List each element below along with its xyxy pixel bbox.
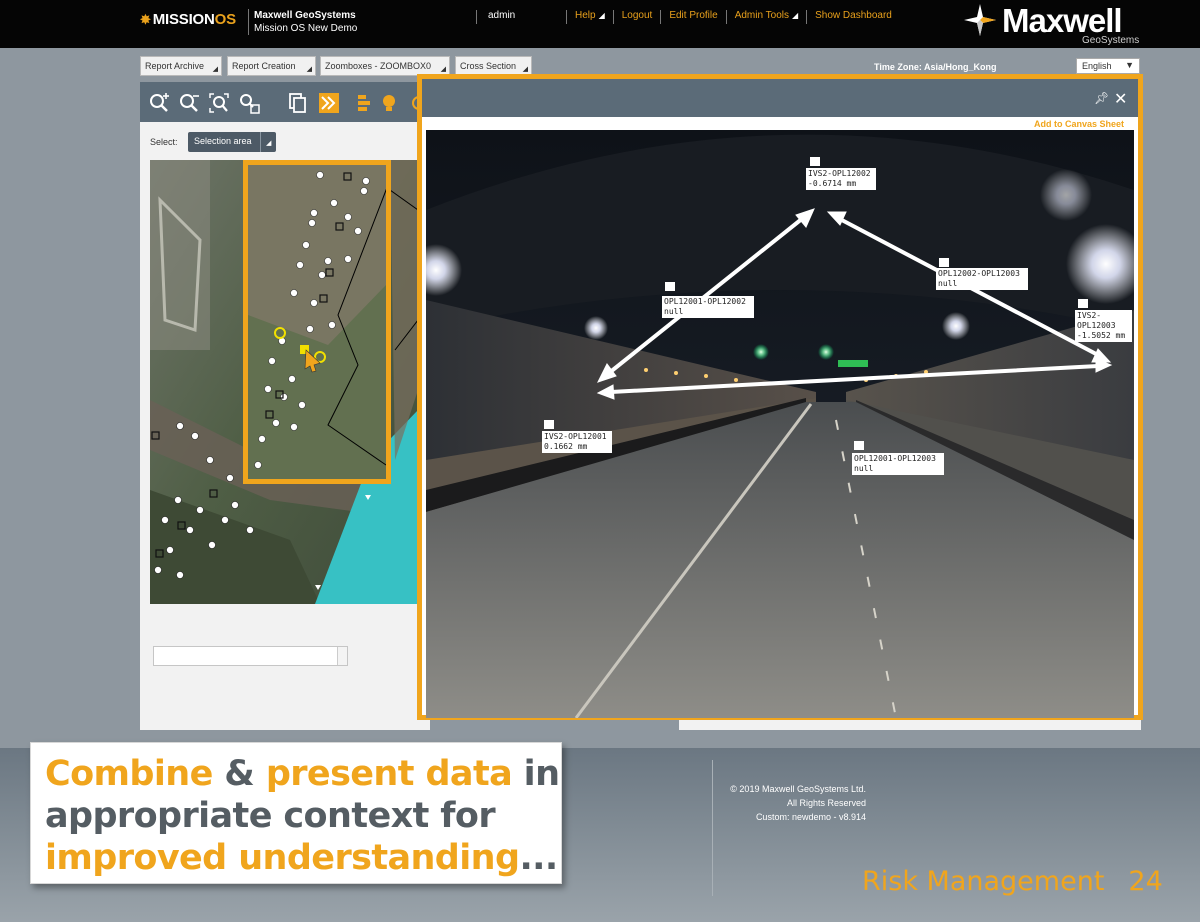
- show-dashboard-link[interactable]: Show Dashboard: [806, 10, 900, 24]
- zoom-out-icon[interactable]: [178, 92, 200, 114]
- logout-link[interactable]: Logout: [612, 10, 661, 24]
- language-select[interactable]: English ▼: [1076, 58, 1140, 74]
- fast-forward-icon[interactable]: [318, 92, 340, 114]
- tagline-line-2: appropriate context for: [45, 796, 496, 836]
- footer-divider: [712, 760, 713, 896]
- bulb-icon[interactable]: [378, 92, 400, 114]
- measurement-tag[interactable]: IVS2-OPL12002 -0.6714 mm: [806, 168, 876, 190]
- measurement-tag[interactable]: OPL12002-OPL12003 null: [936, 268, 1028, 290]
- help-link[interactable]: Help ◢: [566, 10, 613, 24]
- brand-subtitle: GeoSystems: [1082, 35, 1140, 46]
- measurement-tag[interactable]: OPL12001-OPL12003 null: [852, 453, 944, 475]
- pin-icon[interactable]: 📌︎: [1094, 91, 1109, 105]
- report-archive-menu[interactable]: Report Archive ◢: [140, 56, 222, 76]
- measurement-tag[interactable]: OPL12001-OPL12002 null: [662, 296, 754, 318]
- layer-combo-box[interactable]: [153, 646, 348, 666]
- caret-down-icon: ◢: [260, 132, 276, 152]
- combo-stepper[interactable]: [337, 647, 347, 665]
- slide-footer-label: Risk Management 24: [862, 866, 1163, 897]
- maxwell-brand-logo: Maxwell GeoSystems: [962, 0, 1152, 48]
- copyright-block: © 2019 Maxwell GeoSystems Ltd. All Right…: [730, 784, 866, 822]
- cross-section-menu[interactable]: Cross Section ◢: [455, 56, 532, 76]
- caret-down-icon: ▼: [1125, 60, 1134, 70]
- measurement-tag[interactable]: IVS2-OPL12001 0.1662 mm: [542, 431, 612, 453]
- tag-marker: [854, 441, 864, 450]
- selection-mode-select[interactable]: Selection area ◢: [188, 132, 276, 152]
- project-name: Mission OS New Demo: [254, 23, 358, 34]
- org-name: Maxwell GeoSystems: [254, 10, 356, 21]
- tagline-line-3: improved understanding...: [45, 838, 558, 878]
- dropdown-arrow-icon: ◢: [791, 11, 799, 20]
- popup-titlebar: 📌︎ ✕: [422, 79, 1138, 117]
- pan-select-icon[interactable]: [238, 92, 260, 114]
- layers-icon[interactable]: [356, 92, 378, 114]
- copy-icon[interactable]: [286, 92, 308, 114]
- select-label: Select:: [150, 137, 178, 147]
- dropdown-arrow-icon: ◢: [306, 66, 312, 73]
- slide-title: Risk Management: [862, 866, 1105, 897]
- tagline-callout: Combine & present data in appropriate co…: [30, 742, 562, 884]
- photo-popup: 📌︎ ✕ Add to Canvas Sheet IVS2-OPL12002 -…: [417, 74, 1143, 720]
- timezone-label: Time Zone: Asia/Hong_Kong: [874, 62, 997, 72]
- missionos-logo[interactable]: ✸ MISSIONOS: [140, 11, 236, 28]
- star-icon: ✸: [140, 12, 151, 27]
- tag-marker: [939, 258, 949, 267]
- map-highlight-frame: [243, 160, 391, 484]
- current-user: admin: [476, 10, 515, 24]
- app-header: ✸ MISSIONOS Maxwell GeoSystems Mission OS…: [0, 0, 1200, 48]
- zoom-in-icon[interactable]: [148, 92, 170, 114]
- measurement-tag[interactable]: IVS2- OPL12003 -1.5052 mm: [1075, 310, 1132, 342]
- compass-star-icon: [964, 4, 996, 36]
- dropdown-arrow-icon: ◢: [440, 66, 446, 73]
- map-tool-strip: [140, 82, 430, 122]
- tag-marker: [810, 157, 820, 166]
- dropdown-arrow-icon: ◢: [598, 11, 605, 20]
- close-icon[interactable]: ✕: [1114, 89, 1127, 109]
- project-info: Maxwell GeoSystems Mission OS New Demo: [248, 9, 357, 35]
- add-to-canvas-link[interactable]: Add to Canvas Sheet: [1034, 119, 1124, 129]
- admin-tools-link[interactable]: Admin Tools ◢: [725, 10, 806, 24]
- report-creation-menu[interactable]: Report Creation ◢: [227, 56, 316, 76]
- zoomboxes-menu[interactable]: Zoomboxes - ZOOMBOX0 ◢: [320, 56, 450, 76]
- tag-marker: [665, 282, 675, 291]
- top-nav: Help ◢ Logout Edit Profile Admin Tools ◢ S…: [566, 10, 900, 24]
- edit-profile-link[interactable]: Edit Profile: [660, 10, 725, 24]
- tag-marker: [544, 420, 554, 429]
- zoom-extent-icon[interactable]: [208, 92, 230, 114]
- tag-marker: [1078, 299, 1088, 308]
- tagline-line-1: Combine & present data in: [45, 754, 560, 794]
- dropdown-arrow-icon: ◢: [212, 66, 218, 73]
- highlighted-sensors[interactable]: [248, 165, 389, 479]
- dropdown-arrow-icon: ◢: [522, 66, 528, 73]
- tunnel-photo: [426, 130, 1134, 718]
- slide-number: 24: [1128, 866, 1163, 897]
